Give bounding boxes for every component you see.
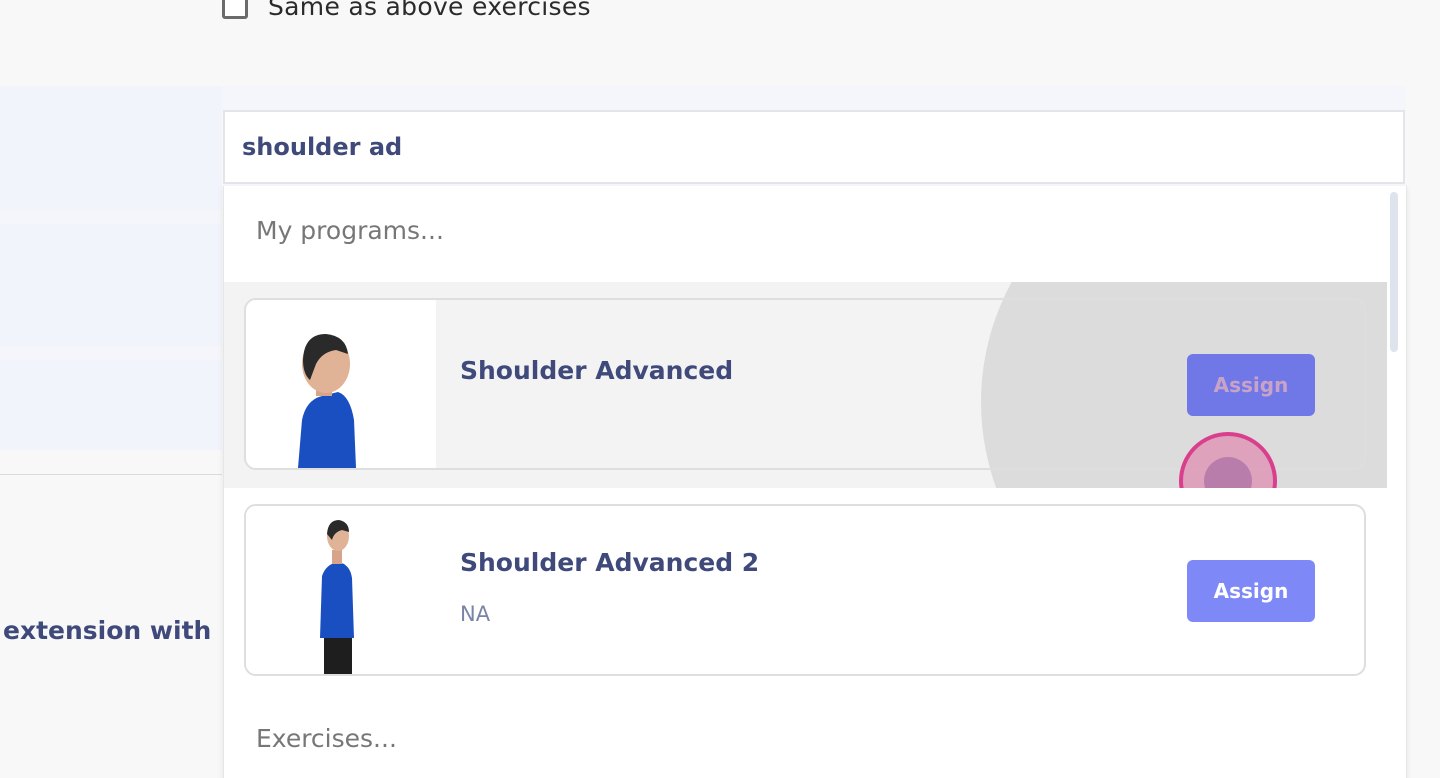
program-thumbnail bbox=[246, 300, 436, 468]
assign-button[interactable]: Assign bbox=[1187, 354, 1315, 416]
program-row-hovered[interactable]: Shoulder Advanced Assign bbox=[224, 282, 1387, 488]
left-divider bbox=[0, 474, 222, 475]
dropdown-scrollbar[interactable] bbox=[1390, 192, 1398, 352]
program-thumbnail bbox=[246, 506, 436, 674]
search-results-dropdown: My programs... Shoulder Advanced Assign bbox=[223, 186, 1407, 778]
page: Same as above exercises extension with M… bbox=[0, 0, 1440, 778]
same-as-above-row[interactable]: Same as above exercises bbox=[222, 0, 591, 22]
program-title: Shoulder Advanced bbox=[460, 356, 734, 385]
person-standing-image bbox=[320, 520, 354, 674]
person-front-image bbox=[298, 334, 356, 468]
left-panel-band bbox=[0, 360, 222, 450]
exercise-description-text: extension with bbox=[3, 616, 212, 645]
left-panel-background bbox=[0, 86, 222, 450]
search-input[interactable] bbox=[223, 110, 1405, 184]
assign-button[interactable]: Assign bbox=[1187, 560, 1315, 622]
tap-dot bbox=[1204, 457, 1252, 488]
same-as-above-label: Same as above exercises bbox=[268, 0, 591, 21]
left-panel-band bbox=[0, 86, 222, 210]
programs-heading: My programs... bbox=[256, 216, 444, 245]
left-panel-band bbox=[0, 224, 222, 346]
exercises-heading: Exercises... bbox=[256, 724, 397, 753]
program-title: Shoulder Advanced 2 bbox=[460, 548, 760, 577]
row-highlight-strip bbox=[222, 86, 1406, 112]
program-card[interactable]: Shoulder Advanced 2 NA Assign bbox=[244, 504, 1366, 676]
program-subtitle: NA bbox=[460, 602, 491, 626]
same-as-above-checkbox[interactable] bbox=[222, 0, 248, 19]
